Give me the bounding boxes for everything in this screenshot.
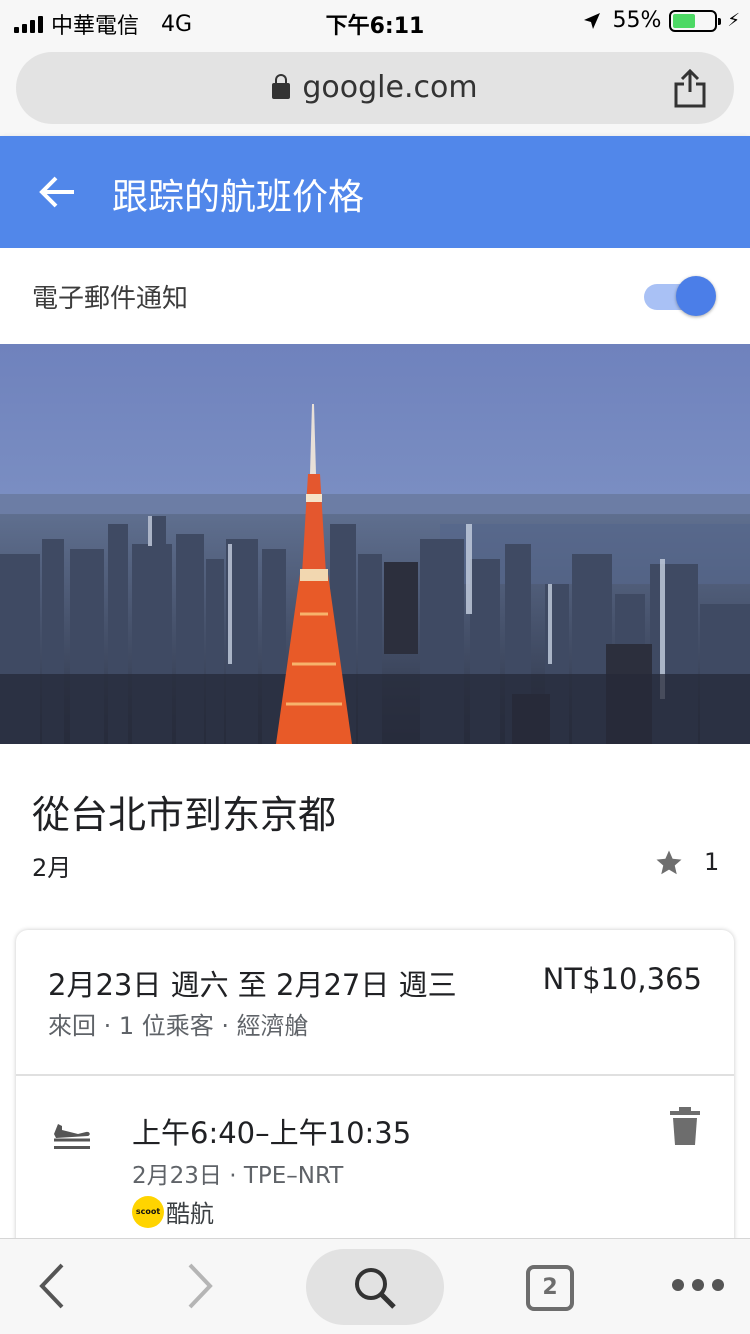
browser-toolbar: 2 xyxy=(0,1238,750,1334)
status-bar: 中華電信 4G 下午6:11 55% ⚡ xyxy=(0,0,750,44)
back-arrow-icon[interactable] xyxy=(36,170,80,214)
email-notification-row: 電子郵件通知 xyxy=(0,248,750,344)
status-right: 55% ⚡ xyxy=(582,8,740,33)
tracked-route-section: 從台北市到东京都 2月 1 2月23日 週六 至 2月27日 週三 NT$10,… xyxy=(0,744,750,1260)
card-divider xyxy=(16,1074,734,1076)
trip-details: 來回 · 1 位乘客 · 經濟艙 xyxy=(48,1012,309,1040)
battery-fill xyxy=(673,13,696,28)
battery-percent: 55% xyxy=(612,8,662,33)
route-title: 從台北市到东京都 xyxy=(32,793,337,837)
flight-departure-icon xyxy=(54,1124,90,1149)
app-bar: 跟踪的航班价格 xyxy=(0,136,750,248)
flight-price-card[interactable]: 2月23日 週六 至 2月27日 週三 NT$10,365 來回 · 1 位乘客… xyxy=(16,930,734,1260)
url-display[interactable]: google.com xyxy=(16,70,734,105)
url-bar[interactable]: google.com xyxy=(16,52,734,124)
tab-count-button[interactable]: 2 xyxy=(526,1265,574,1311)
airline-name: 酷航 xyxy=(166,1200,214,1228)
browser-back-icon[interactable] xyxy=(32,1261,72,1311)
star-count: 1 xyxy=(704,848,720,876)
share-icon[interactable] xyxy=(672,68,708,108)
browser-forward-icon[interactable] xyxy=(180,1261,220,1311)
trip-dates: 2月23日 週六 至 2月27日 週三 xyxy=(48,968,457,1002)
battery-icon xyxy=(669,9,722,32)
more-options-icon[interactable] xyxy=(670,1275,726,1295)
email-notification-label: 電子郵件通知 xyxy=(32,284,189,314)
star-icon[interactable] xyxy=(654,848,684,878)
search-icon xyxy=(355,1268,396,1309)
lock-icon xyxy=(272,74,291,99)
flight-time: 上午6:40–上午10:35 xyxy=(132,1116,412,1150)
airline: scoot 酷航 xyxy=(132,1194,214,1229)
location-arrow-icon xyxy=(584,12,601,29)
trip-price: NT$10,365 xyxy=(542,962,702,996)
scoot-logo: scoot xyxy=(132,1195,164,1228)
charging-bolt-icon: ⚡ xyxy=(727,10,740,31)
email-notification-toggle[interactable] xyxy=(644,276,716,316)
toggle-knob xyxy=(676,276,716,316)
page-title: 跟踪的航班价格 xyxy=(112,177,365,218)
url-text: google.com xyxy=(302,70,478,105)
route-month: 2月 xyxy=(32,854,72,882)
trash-icon[interactable] xyxy=(668,1106,702,1146)
search-button[interactable] xyxy=(306,1249,444,1325)
flight-route: 2月23日 · TPE–NRT xyxy=(132,1163,344,1189)
destination-image xyxy=(0,344,750,744)
